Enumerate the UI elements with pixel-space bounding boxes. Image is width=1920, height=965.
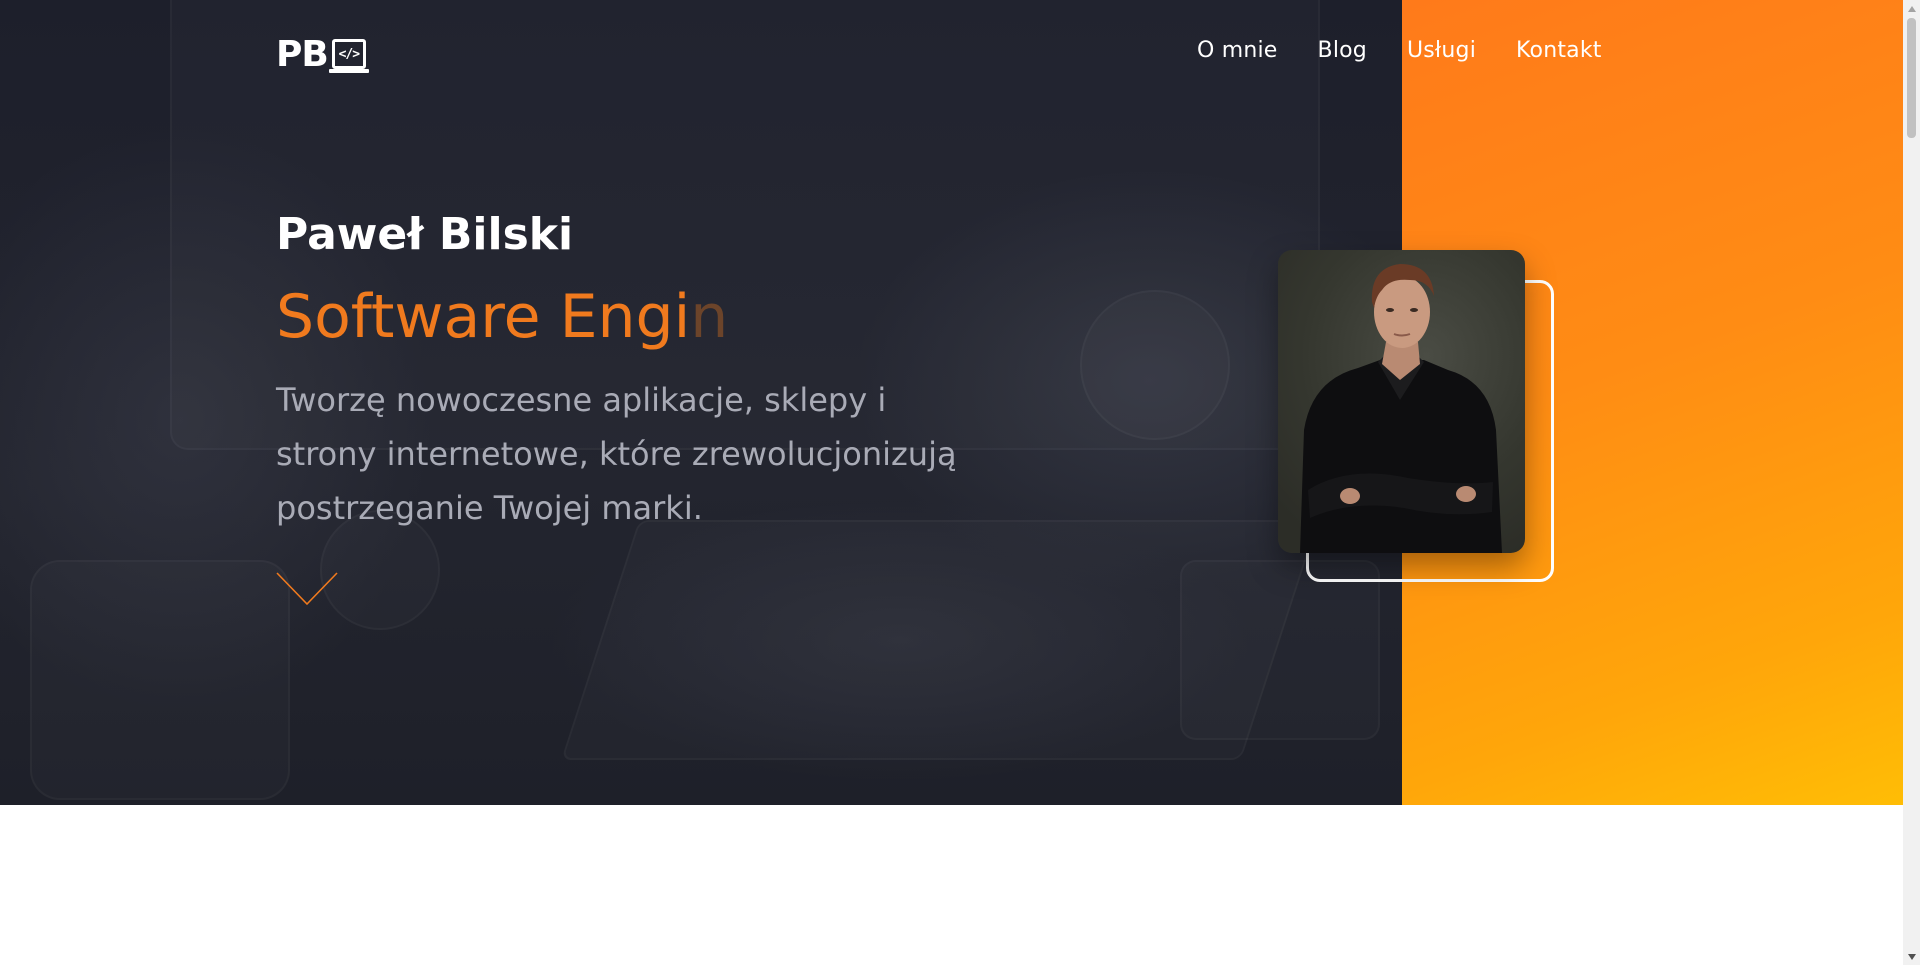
background-round-shape bbox=[1080, 290, 1230, 440]
nav-link-kontakt[interactable]: Kontakt bbox=[1516, 38, 1602, 63]
triangle-up-icon[interactable] bbox=[1903, 0, 1920, 17]
nav-link-o-mnie[interactable]: O mnie bbox=[1197, 38, 1278, 63]
profile-photo bbox=[1278, 250, 1525, 553]
scrollbar-thumb[interactable] bbox=[1907, 18, 1916, 138]
nav-link-blog[interactable]: Blog bbox=[1318, 38, 1367, 63]
navbar: PB </> O mnie Blog Usługi Kontakt bbox=[0, 0, 1903, 110]
page-scrollbar[interactable] bbox=[1903, 0, 1920, 965]
background-speaker-shape bbox=[30, 560, 290, 800]
chevron-down-icon[interactable] bbox=[276, 572, 338, 606]
hero-name: Paweł Bilski bbox=[276, 209, 574, 260]
hero-role-typing-char: n bbox=[690, 282, 729, 352]
triangle-down-icon[interactable] bbox=[1903, 948, 1920, 965]
hero-description: Tworzę nowoczesne aplikacje, sklepy i st… bbox=[276, 381, 957, 527]
hero-role-typing: Software Engin bbox=[276, 279, 1036, 355]
background-device-shape bbox=[1180, 560, 1380, 740]
nav-link-uslugi[interactable]: Usługi bbox=[1407, 38, 1476, 63]
logo-code-symbol: </> bbox=[338, 46, 361, 62]
hero-content: Paweł Bilski Software Engin Tworzę nowoc… bbox=[276, 205, 1036, 535]
hero-role-typed-text: Software Engi bbox=[276, 282, 691, 352]
hero-section: PB </> O mnie Blog Usługi Kontakt Paweł … bbox=[0, 0, 1903, 805]
logo-letters: PB bbox=[276, 33, 329, 75]
nav-menu: O mnie Blog Usługi Kontakt bbox=[1197, 38, 1602, 63]
site-logo[interactable]: PB </> bbox=[276, 33, 369, 75]
laptop-code-icon: </> bbox=[328, 39, 369, 73]
